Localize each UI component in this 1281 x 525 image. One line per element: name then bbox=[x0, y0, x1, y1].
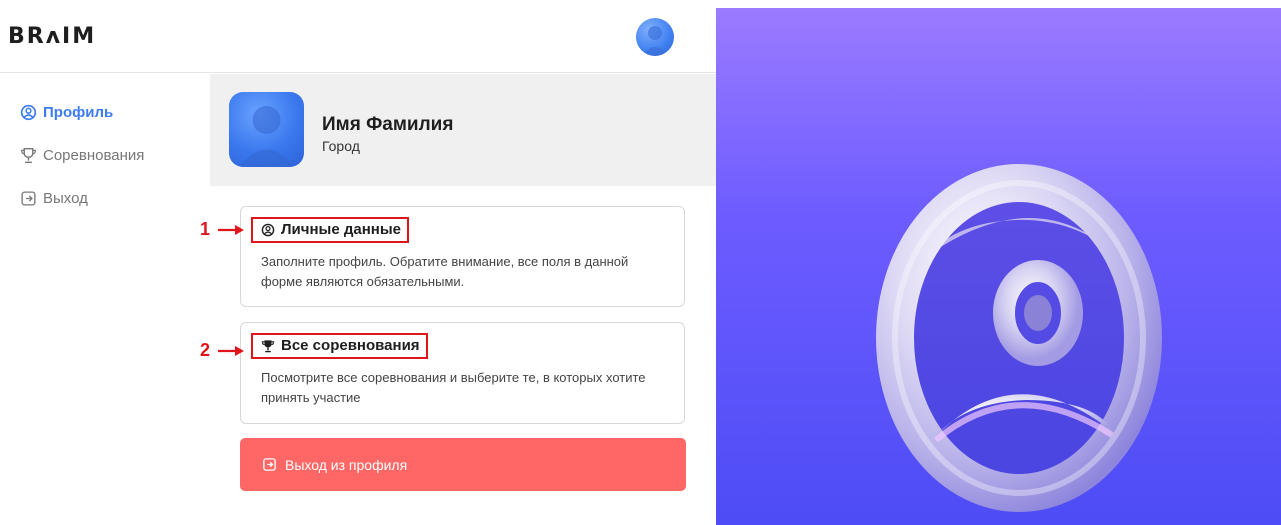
sidebar-item-label: Выход bbox=[43, 190, 88, 207]
card-title[interactable]: Личные данные bbox=[251, 217, 409, 243]
brand-logo[interactable]: BRʌIM bbox=[8, 24, 96, 49]
profile-name: Имя Фамилия bbox=[322, 114, 454, 135]
logout-icon bbox=[263, 458, 276, 471]
sidebar: Профиль Соревнования Выход bbox=[0, 74, 210, 525]
sidebar-item-profile[interactable]: Профиль bbox=[20, 104, 113, 121]
user-circle-icon bbox=[261, 223, 275, 236]
trophy-icon bbox=[21, 148, 36, 163]
annotation-marker-2: 2 bbox=[198, 340, 244, 361]
sidebar-item-logout[interactable]: Выход bbox=[20, 190, 88, 207]
avatar-person-icon bbox=[239, 106, 294, 167]
user-avatar-button[interactable] bbox=[636, 18, 674, 56]
avatar-person-icon bbox=[642, 26, 668, 56]
card-title[interactable]: Все соревнования bbox=[251, 333, 428, 359]
arrow-right-icon bbox=[218, 224, 244, 235]
arrow-right-icon bbox=[218, 345, 244, 356]
annotation-number: 1 bbox=[199, 219, 210, 239]
app-window: BRʌIM Профиль Соревнования Выход Имя Фам… bbox=[0, 0, 716, 525]
annotation-marker-1: 1 bbox=[198, 219, 244, 240]
trophy-icon bbox=[261, 339, 275, 352]
logout-icon bbox=[21, 191, 36, 206]
personal-data-card[interactable]: Личные данные Заполните профиль. Обратит… bbox=[240, 206, 685, 307]
sidebar-item-label: Соревнования bbox=[43, 147, 145, 164]
sidebar-item-label: Профиль bbox=[43, 104, 114, 121]
user-profile-3d-icon bbox=[876, 164, 1162, 512]
card-title-text: Личные данные bbox=[281, 221, 401, 238]
profile-avatar[interactable] bbox=[229, 92, 304, 167]
sidebar-item-competitions[interactable]: Соревнования bbox=[20, 147, 144, 164]
logout-button[interactable]: Выход из профиля bbox=[240, 438, 686, 491]
profile-header: Имя Фамилия Город bbox=[210, 74, 716, 186]
annotation-number: 2 bbox=[199, 340, 210, 360]
all-competitions-card[interactable]: Все соревнования Посмотрите все соревнов… bbox=[240, 322, 685, 424]
main-content: Имя Фамилия Город Личные данные Заполнит… bbox=[210, 74, 716, 525]
card-description: Заполните профиль. Обратите внимание, вс… bbox=[261, 254, 629, 289]
card-title-text: Все соревнования bbox=[281, 337, 420, 354]
user-circle-icon bbox=[20, 104, 37, 121]
profile-city: Город bbox=[322, 138, 360, 154]
hero-illustration bbox=[716, 8, 1281, 525]
card-description: Посмотрите все соревнования и выберите т… bbox=[261, 370, 646, 405]
logout-button-label: Выход из профиля bbox=[285, 456, 408, 473]
top-bar: BRʌIM bbox=[0, 0, 716, 73]
